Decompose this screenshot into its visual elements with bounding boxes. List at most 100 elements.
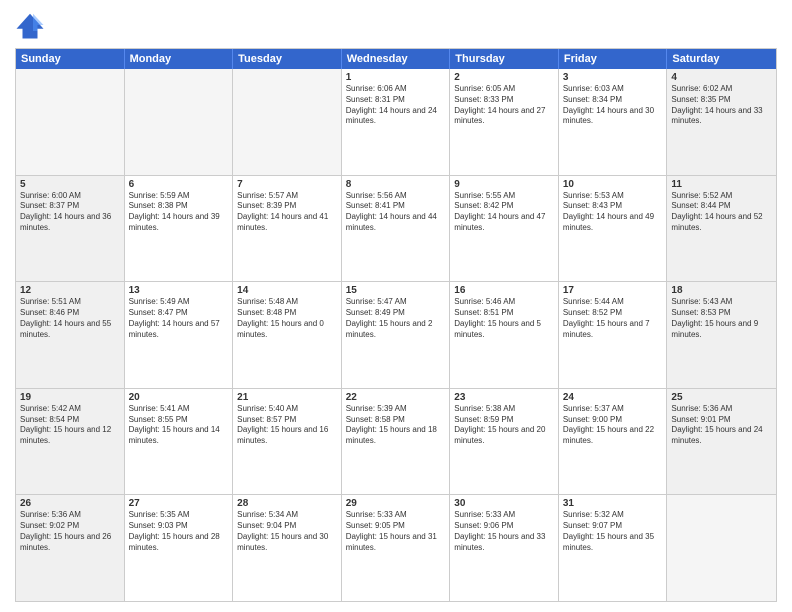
day-info: Sunrise: 6:06 AM Sunset: 8:31 PM Dayligh… bbox=[346, 84, 446, 127]
day-cell-16: 16Sunrise: 5:46 AM Sunset: 8:51 PM Dayli… bbox=[450, 282, 559, 388]
header bbox=[15, 10, 777, 40]
header-cell-friday: Friday bbox=[559, 49, 668, 69]
day-info: Sunrise: 5:43 AM Sunset: 8:53 PM Dayligh… bbox=[671, 297, 772, 340]
day-info: Sunrise: 5:48 AM Sunset: 8:48 PM Dayligh… bbox=[237, 297, 337, 340]
day-cell-15: 15Sunrise: 5:47 AM Sunset: 8:49 PM Dayli… bbox=[342, 282, 451, 388]
header-cell-monday: Monday bbox=[125, 49, 234, 69]
day-cell-26: 26Sunrise: 5:36 AM Sunset: 9:02 PM Dayli… bbox=[16, 495, 125, 601]
day-info: Sunrise: 5:52 AM Sunset: 8:44 PM Dayligh… bbox=[671, 191, 772, 234]
day-info: Sunrise: 5:55 AM Sunset: 8:42 PM Dayligh… bbox=[454, 191, 554, 234]
day-cell-31: 31Sunrise: 5:32 AM Sunset: 9:07 PM Dayli… bbox=[559, 495, 668, 601]
page: SundayMondayTuesdayWednesdayThursdayFrid… bbox=[0, 0, 792, 612]
logo-icon bbox=[15, 10, 45, 40]
day-info: Sunrise: 5:32 AM Sunset: 9:07 PM Dayligh… bbox=[563, 510, 663, 553]
empty-cell-0-2 bbox=[233, 69, 342, 175]
day-number: 16 bbox=[454, 285, 554, 296]
day-cell-29: 29Sunrise: 5:33 AM Sunset: 9:05 PM Dayli… bbox=[342, 495, 451, 601]
logo bbox=[15, 10, 49, 40]
day-number: 13 bbox=[129, 285, 229, 296]
day-number: 15 bbox=[346, 285, 446, 296]
day-info: Sunrise: 6:03 AM Sunset: 8:34 PM Dayligh… bbox=[563, 84, 663, 127]
day-number: 24 bbox=[563, 392, 663, 403]
day-number: 29 bbox=[346, 498, 446, 509]
day-cell-27: 27Sunrise: 5:35 AM Sunset: 9:03 PM Dayli… bbox=[125, 495, 234, 601]
day-cell-3: 3Sunrise: 6:03 AM Sunset: 8:34 PM Daylig… bbox=[559, 69, 668, 175]
day-number: 1 bbox=[346, 72, 446, 83]
day-number: 7 bbox=[237, 179, 337, 190]
calendar-row-4: 26Sunrise: 5:36 AM Sunset: 9:02 PM Dayli… bbox=[16, 494, 776, 601]
header-cell-sunday: Sunday bbox=[16, 49, 125, 69]
day-info: Sunrise: 5:53 AM Sunset: 8:43 PM Dayligh… bbox=[563, 191, 663, 234]
day-info: Sunrise: 5:35 AM Sunset: 9:03 PM Dayligh… bbox=[129, 510, 229, 553]
day-cell-30: 30Sunrise: 5:33 AM Sunset: 9:06 PM Dayli… bbox=[450, 495, 559, 601]
header-cell-saturday: Saturday bbox=[667, 49, 776, 69]
day-cell-2: 2Sunrise: 6:05 AM Sunset: 8:33 PM Daylig… bbox=[450, 69, 559, 175]
day-number: 14 bbox=[237, 285, 337, 296]
day-cell-6: 6Sunrise: 5:59 AM Sunset: 8:38 PM Daylig… bbox=[125, 176, 234, 282]
day-info: Sunrise: 5:47 AM Sunset: 8:49 PM Dayligh… bbox=[346, 297, 446, 340]
day-number: 8 bbox=[346, 179, 446, 190]
day-cell-12: 12Sunrise: 5:51 AM Sunset: 8:46 PM Dayli… bbox=[16, 282, 125, 388]
day-info: Sunrise: 5:36 AM Sunset: 9:02 PM Dayligh… bbox=[20, 510, 120, 553]
day-number: 20 bbox=[129, 392, 229, 403]
day-number: 12 bbox=[20, 285, 120, 296]
day-info: Sunrise: 5:51 AM Sunset: 8:46 PM Dayligh… bbox=[20, 297, 120, 340]
day-number: 30 bbox=[454, 498, 554, 509]
day-number: 10 bbox=[563, 179, 663, 190]
day-number: 25 bbox=[671, 392, 772, 403]
day-info: Sunrise: 5:57 AM Sunset: 8:39 PM Dayligh… bbox=[237, 191, 337, 234]
day-number: 28 bbox=[237, 498, 337, 509]
day-info: Sunrise: 5:33 AM Sunset: 9:05 PM Dayligh… bbox=[346, 510, 446, 553]
day-info: Sunrise: 6:02 AM Sunset: 8:35 PM Dayligh… bbox=[671, 84, 772, 127]
day-info: Sunrise: 6:00 AM Sunset: 8:37 PM Dayligh… bbox=[20, 191, 120, 234]
day-cell-9: 9Sunrise: 5:55 AM Sunset: 8:42 PM Daylig… bbox=[450, 176, 559, 282]
calendar-row-0: 1Sunrise: 6:06 AM Sunset: 8:31 PM Daylig… bbox=[16, 69, 776, 175]
calendar-row-3: 19Sunrise: 5:42 AM Sunset: 8:54 PM Dayli… bbox=[16, 388, 776, 495]
header-cell-wednesday: Wednesday bbox=[342, 49, 451, 69]
day-number: 5 bbox=[20, 179, 120, 190]
day-info: Sunrise: 5:49 AM Sunset: 8:47 PM Dayligh… bbox=[129, 297, 229, 340]
day-cell-11: 11Sunrise: 5:52 AM Sunset: 8:44 PM Dayli… bbox=[667, 176, 776, 282]
day-cell-17: 17Sunrise: 5:44 AM Sunset: 8:52 PM Dayli… bbox=[559, 282, 668, 388]
day-cell-7: 7Sunrise: 5:57 AM Sunset: 8:39 PM Daylig… bbox=[233, 176, 342, 282]
header-cell-thursday: Thursday bbox=[450, 49, 559, 69]
day-cell-19: 19Sunrise: 5:42 AM Sunset: 8:54 PM Dayli… bbox=[16, 389, 125, 495]
empty-cell-0-0 bbox=[16, 69, 125, 175]
day-info: Sunrise: 5:46 AM Sunset: 8:51 PM Dayligh… bbox=[454, 297, 554, 340]
day-cell-20: 20Sunrise: 5:41 AM Sunset: 8:55 PM Dayli… bbox=[125, 389, 234, 495]
day-cell-13: 13Sunrise: 5:49 AM Sunset: 8:47 PM Dayli… bbox=[125, 282, 234, 388]
day-cell-21: 21Sunrise: 5:40 AM Sunset: 8:57 PM Dayli… bbox=[233, 389, 342, 495]
day-info: Sunrise: 5:44 AM Sunset: 8:52 PM Dayligh… bbox=[563, 297, 663, 340]
day-cell-18: 18Sunrise: 5:43 AM Sunset: 8:53 PM Dayli… bbox=[667, 282, 776, 388]
day-info: Sunrise: 5:34 AM Sunset: 9:04 PM Dayligh… bbox=[237, 510, 337, 553]
day-info: Sunrise: 5:41 AM Sunset: 8:55 PM Dayligh… bbox=[129, 404, 229, 447]
day-number: 19 bbox=[20, 392, 120, 403]
day-cell-23: 23Sunrise: 5:38 AM Sunset: 8:59 PM Dayli… bbox=[450, 389, 559, 495]
day-number: 26 bbox=[20, 498, 120, 509]
day-info: Sunrise: 6:05 AM Sunset: 8:33 PM Dayligh… bbox=[454, 84, 554, 127]
day-info: Sunrise: 5:38 AM Sunset: 8:59 PM Dayligh… bbox=[454, 404, 554, 447]
day-cell-14: 14Sunrise: 5:48 AM Sunset: 8:48 PM Dayli… bbox=[233, 282, 342, 388]
day-number: 17 bbox=[563, 285, 663, 296]
day-info: Sunrise: 5:40 AM Sunset: 8:57 PM Dayligh… bbox=[237, 404, 337, 447]
header-cell-tuesday: Tuesday bbox=[233, 49, 342, 69]
day-info: Sunrise: 5:56 AM Sunset: 8:41 PM Dayligh… bbox=[346, 191, 446, 234]
day-info: Sunrise: 5:37 AM Sunset: 9:00 PM Dayligh… bbox=[563, 404, 663, 447]
day-info: Sunrise: 5:42 AM Sunset: 8:54 PM Dayligh… bbox=[20, 404, 120, 447]
calendar-row-2: 12Sunrise: 5:51 AM Sunset: 8:46 PM Dayli… bbox=[16, 281, 776, 388]
day-cell-22: 22Sunrise: 5:39 AM Sunset: 8:58 PM Dayli… bbox=[342, 389, 451, 495]
day-cell-25: 25Sunrise: 5:36 AM Sunset: 9:01 PM Dayli… bbox=[667, 389, 776, 495]
day-cell-5: 5Sunrise: 6:00 AM Sunset: 8:37 PM Daylig… bbox=[16, 176, 125, 282]
day-info: Sunrise: 5:33 AM Sunset: 9:06 PM Dayligh… bbox=[454, 510, 554, 553]
day-cell-10: 10Sunrise: 5:53 AM Sunset: 8:43 PM Dayli… bbox=[559, 176, 668, 282]
empty-cell-0-1 bbox=[125, 69, 234, 175]
day-number: 2 bbox=[454, 72, 554, 83]
day-number: 22 bbox=[346, 392, 446, 403]
day-number: 18 bbox=[671, 285, 772, 296]
day-number: 27 bbox=[129, 498, 229, 509]
day-info: Sunrise: 5:36 AM Sunset: 9:01 PM Dayligh… bbox=[671, 404, 772, 447]
day-info: Sunrise: 5:39 AM Sunset: 8:58 PM Dayligh… bbox=[346, 404, 446, 447]
day-number: 4 bbox=[671, 72, 772, 83]
day-cell-8: 8Sunrise: 5:56 AM Sunset: 8:41 PM Daylig… bbox=[342, 176, 451, 282]
day-cell-24: 24Sunrise: 5:37 AM Sunset: 9:00 PM Dayli… bbox=[559, 389, 668, 495]
